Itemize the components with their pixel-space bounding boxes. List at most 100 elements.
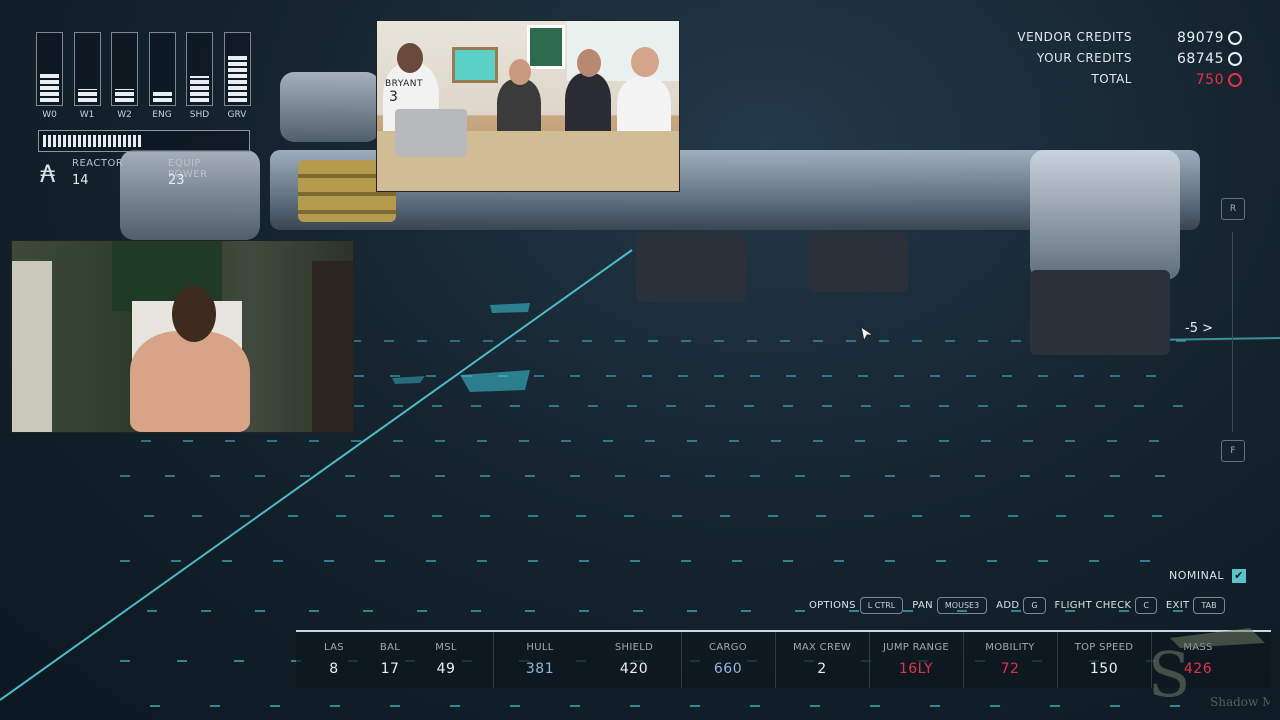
grid-dot: [363, 610, 373, 612]
grid-dot: [615, 340, 625, 342]
rail-position-marker: -5 >: [1185, 321, 1213, 336]
stat-msl: MSL 49: [420, 632, 472, 688]
grid-dot: [1038, 560, 1048, 562]
grid-dot: [582, 340, 592, 342]
stat-shield: SHIELD 420: [588, 632, 680, 688]
grid-dot: [1110, 375, 1120, 377]
grid-dot: [732, 560, 742, 562]
ship-module-cockpit[interactable]: [1030, 150, 1180, 280]
grid-dot: [300, 475, 310, 477]
power-bar-w1[interactable]: [73, 32, 101, 106]
power-bar-fill: [190, 76, 209, 102]
grid-dot: [603, 440, 613, 442]
grid-dot: [351, 440, 361, 442]
grid-dot: [687, 610, 697, 612]
grid-dot: [498, 375, 508, 377]
grid-dot: [1110, 475, 1120, 477]
power-bar-w2[interactable]: [111, 32, 138, 106]
grid-dot: [435, 440, 445, 442]
rail-down-key[interactable]: F: [1221, 440, 1245, 462]
grid-dot: [1095, 405, 1105, 407]
grid-dot: [771, 440, 781, 442]
grid-dot: [150, 705, 160, 707]
streamer: [130, 331, 250, 432]
grid-dot: [225, 440, 235, 442]
podcast-host-3: [565, 73, 611, 139]
control-hints: OPTIONS L CTRL PAN MOUSE3 ADD G FLIGHT CHECK C E…: [800, 594, 1225, 616]
grid-dot: [822, 375, 832, 377]
grid-dot: [579, 610, 589, 612]
grid-dot: [240, 515, 250, 517]
grid-dot: [1089, 560, 1099, 562]
grid-dot: [681, 560, 691, 562]
grid-dot: [336, 515, 346, 517]
power-bar-shd[interactable]: [186, 32, 213, 106]
reactor-icon: ₳: [40, 160, 56, 188]
control-key-exit[interactable]: TAB: [1193, 596, 1225, 614]
grid-dot: [324, 560, 334, 562]
your-credits-row: YOUR CREDITS 68745: [1022, 51, 1242, 72]
stat-divider: [493, 632, 494, 688]
stat-las: LAS 8: [308, 632, 360, 688]
control-label-4: EXIT: [1165, 599, 1190, 611]
power-bar-w0[interactable]: [36, 32, 63, 106]
wall-poster: [527, 25, 565, 69]
stat-label: BAL: [379, 642, 401, 653]
grid-dot: [750, 375, 760, 377]
stat-value: 8: [329, 661, 339, 677]
grid-dot: [1155, 475, 1165, 477]
grid-dot: [210, 475, 220, 477]
power-bar-fill: [152, 92, 172, 102]
grid-dot: [783, 405, 793, 407]
grid-dot: [783, 560, 793, 562]
stat-max-crew: MAX CREW 2: [776, 632, 868, 688]
rail-up-key[interactable]: R: [1221, 198, 1245, 220]
stat-mobility: MOBILITY 72: [964, 632, 1056, 688]
stat-jump-range: JUMP RANGE 16LY: [870, 632, 962, 688]
grid-dot: [885, 475, 895, 477]
stat-value: 2: [817, 661, 827, 677]
ship-landing-leg[interactable]: [1030, 270, 1170, 355]
power-bar-fill: [227, 54, 247, 102]
grid-dot: [390, 375, 400, 377]
reactor-label: REACTOR: [72, 158, 124, 169]
ship-module-hab[interactable]: [280, 72, 380, 142]
ship-landing-bay[interactable]: [636, 232, 746, 302]
grid-dot: [897, 440, 907, 442]
grid-dot: [936, 560, 946, 562]
ship-stats-bar: LAS 8 BAL 17 MSL 49 HULL 381 SHIELD 420 CARGO 660 MA…: [296, 630, 1271, 688]
power-bar-eng[interactable]: [148, 32, 176, 106]
control-key-pan[interactable]: MOUSE3: [936, 596, 988, 614]
total-row: TOTAL 750: [1022, 72, 1242, 93]
grid-dot: [990, 705, 1000, 707]
control-key-flight-check[interactable]: C: [1135, 596, 1157, 614]
control-key-add[interactable]: G: [1023, 596, 1046, 614]
control-key-options[interactable]: L CTRL: [859, 596, 904, 614]
reactor-value: 14: [72, 173, 89, 188]
ship-landing-gear[interactable]: [808, 232, 908, 292]
grid-dot: [417, 610, 427, 612]
mouse-cursor-icon: [860, 326, 874, 342]
grid-dot: [885, 560, 895, 562]
power-bar-grv[interactable]: [223, 32, 251, 106]
equip-power-value: 23: [168, 173, 185, 188]
reactor-power-bar: [38, 130, 250, 152]
grid-dot: [744, 405, 754, 407]
stat-label: MAX CREW: [792, 642, 852, 653]
power-bar-label: SHD: [189, 110, 210, 120]
grid-dot: [222, 560, 232, 562]
vendor-credits-label: VENDOR CREDITS: [1017, 30, 1132, 44]
grid-dot: [576, 515, 586, 517]
power-bar-label: W0: [42, 110, 57, 120]
grid-dot: [480, 475, 490, 477]
grid-dot: [690, 705, 700, 707]
grid-dot: [930, 475, 940, 477]
stat-divider: [775, 632, 776, 688]
grid-dot: [426, 375, 436, 377]
grid-dot: [780, 340, 790, 342]
stat-label: JUMP RANGE: [882, 642, 950, 653]
power-bar-fill: [40, 73, 59, 102]
grid-dot: [1056, 515, 1066, 517]
grid-dot: [393, 440, 403, 442]
grid-dot: [795, 475, 805, 477]
